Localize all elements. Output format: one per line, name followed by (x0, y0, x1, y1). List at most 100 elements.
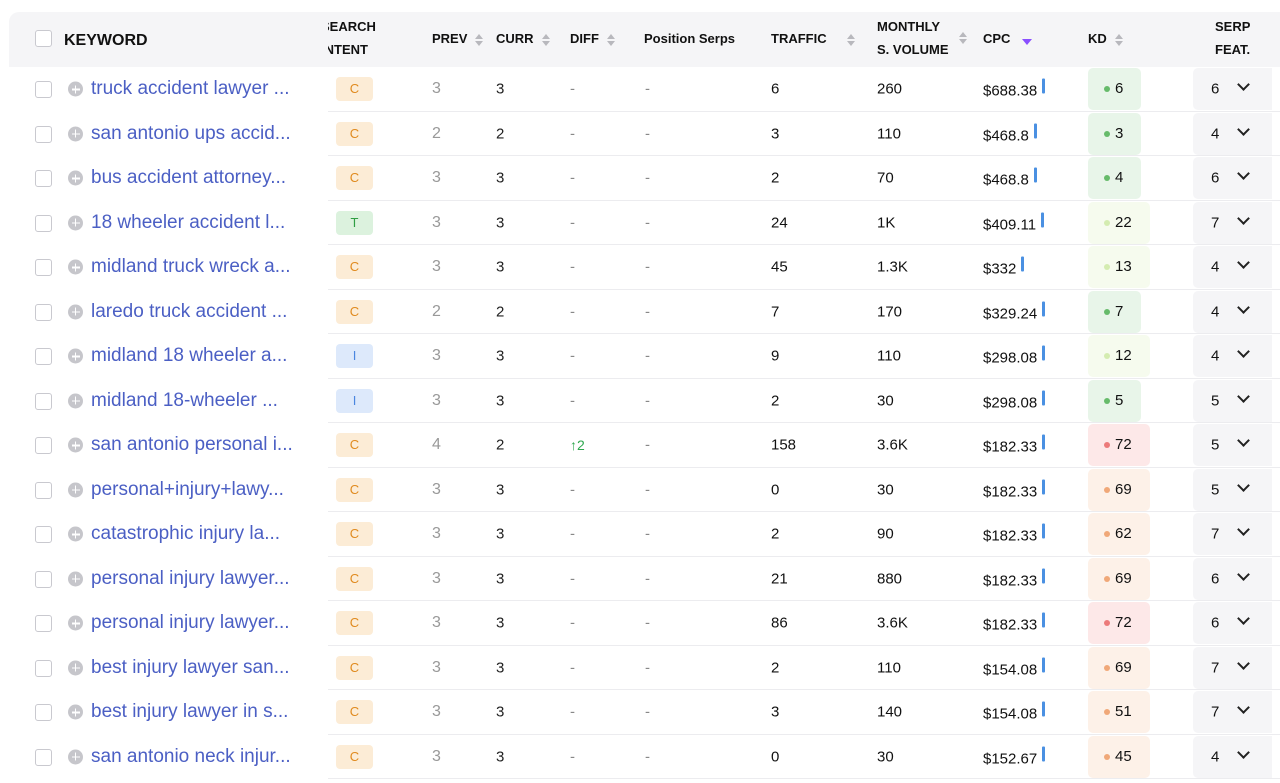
expand-plus-icon[interactable] (68, 81, 83, 97)
serp-features-count: 6 (1211, 80, 1220, 98)
keyword-link[interactable]: san antonio personal i... (91, 434, 306, 456)
expand-plus-icon[interactable] (68, 259, 83, 275)
chevron-down-icon[interactable] (1237, 701, 1250, 714)
header-traffic[interactable]: TRAFFIC (771, 31, 855, 46)
serp-features-dropdown[interactable]: 6 (1193, 557, 1272, 600)
expand-plus-icon[interactable] (68, 482, 83, 498)
row-checkbox[interactable] (35, 570, 52, 588)
expand-plus-icon[interactable] (68, 437, 83, 453)
keyword-link[interactable]: midland 18 wheeler a... (91, 345, 306, 367)
prev-position: 3 (432, 747, 441, 765)
row-checkbox[interactable] (35, 170, 52, 187)
serp-features-dropdown[interactable]: 5 (1193, 424, 1272, 466)
chevron-down-icon[interactable] (1237, 345, 1250, 358)
chevron-down-icon[interactable] (1237, 656, 1250, 670)
keyword-link[interactable]: best injury lawyer san... (91, 657, 306, 679)
serp-features-dropdown[interactable]: 7 (1193, 201, 1272, 244)
header-prev[interactable]: PREV (432, 31, 484, 46)
row-checkbox[interactable] (35, 704, 52, 721)
header-kd[interactable]: KD (1088, 31, 1123, 46)
chevron-down-icon[interactable] (1237, 78, 1250, 91)
expand-plus-icon[interactable] (68, 749, 83, 765)
row-checkbox[interactable] (35, 125, 52, 143)
expand-plus-icon[interactable] (68, 571, 83, 587)
serp-features-dropdown[interactable]: 5 (1193, 468, 1272, 511)
serp-features-dropdown[interactable]: 7 (1193, 691, 1272, 733)
serp-features-dropdown[interactable]: 6 (1193, 157, 1272, 199)
sort-icon[interactable] (959, 32, 967, 44)
chevron-down-icon[interactable] (1237, 300, 1250, 314)
row-checkbox[interactable] (35, 615, 52, 632)
header-diff[interactable]: DIFF (570, 31, 615, 46)
row-checkbox[interactable] (35, 526, 52, 543)
keyword-link[interactable]: truck accident lawyer ... (91, 78, 306, 100)
serp-features-dropdown[interactable]: 4 (1193, 246, 1272, 288)
serp-features-dropdown[interactable]: 5 (1193, 379, 1272, 422)
chevron-down-icon[interactable] (1237, 567, 1250, 581)
chevron-down-icon[interactable] (1237, 612, 1250, 625)
serp-features-dropdown[interactable]: 7 (1193, 646, 1272, 689)
position-diff: - (570, 169, 575, 187)
serp-features-dropdown[interactable]: 7 (1193, 513, 1272, 555)
row-checkbox[interactable] (35, 259, 52, 276)
row-checkbox[interactable] (35, 659, 52, 677)
keyword-link[interactable]: personal injury lawyer... (91, 568, 306, 590)
expand-plus-icon[interactable] (68, 526, 83, 542)
header-search-intent[interactable]: SEARCH INTENT (328, 15, 388, 61)
row-checkbox[interactable] (35, 748, 52, 766)
keyword-link[interactable]: personal+injury+lawy... (91, 479, 306, 501)
expand-plus-icon[interactable] (68, 126, 83, 142)
serp-features-dropdown[interactable]: 4 (1193, 735, 1272, 778)
keyword-link[interactable]: bus accident attorney... (91, 167, 306, 189)
header-serp-features[interactable]: SERP FEAT. (1215, 15, 1250, 61)
keyword-link[interactable]: 18 wheeler accident l... (91, 212, 306, 234)
expand-plus-icon[interactable] (68, 393, 83, 409)
keyword-link[interactable]: san antonio ups accid... (91, 123, 306, 145)
expand-plus-icon[interactable] (68, 660, 83, 676)
expand-plus-icon[interactable] (68, 348, 83, 364)
curr-position: 3 (496, 169, 505, 187)
chevron-down-icon[interactable] (1237, 211, 1250, 225)
chevron-down-icon[interactable] (1237, 523, 1250, 536)
chevron-down-icon[interactable] (1237, 745, 1250, 759)
keyword-link[interactable]: personal injury lawyer... (91, 612, 306, 634)
header-cpc[interactable]: CPC (983, 31, 1033, 46)
header-keyword[interactable]: KEYWORD (64, 32, 148, 50)
expand-plus-icon[interactable] (68, 215, 83, 231)
chevron-down-icon[interactable] (1237, 256, 1250, 269)
serp-features-dropdown[interactable]: 4 (1193, 290, 1272, 333)
serp-features-dropdown[interactable]: 4 (1193, 112, 1272, 155)
chevron-down-icon[interactable] (1237, 122, 1250, 136)
row-checkbox[interactable] (35, 392, 52, 410)
row-checkbox[interactable] (35, 81, 52, 98)
table-row: midland 18-wheeler ... I 3 3 - - 2 30 $298.08 5 5 (0, 379, 1280, 423)
serp-features-dropdown[interactable]: 6 (1193, 68, 1272, 110)
keyword-link[interactable]: midland 18-wheeler ... (91, 390, 306, 412)
keyword-link[interactable]: midland truck wreck a... (91, 256, 306, 278)
chevron-down-icon[interactable] (1237, 167, 1250, 180)
traffic-value: 0 (771, 748, 780, 766)
keyword-link[interactable]: san antonio neck injur... (91, 746, 306, 768)
keyword-link[interactable]: catastrophic injury la... (91, 523, 306, 545)
row-checkbox[interactable] (35, 303, 52, 321)
serp-features-dropdown[interactable]: 6 (1193, 602, 1272, 644)
row-checkbox[interactable] (35, 437, 52, 454)
expand-plus-icon[interactable] (68, 615, 83, 631)
cpc-text: $152.67 (983, 750, 1038, 768)
expand-plus-icon[interactable] (68, 704, 83, 720)
chevron-down-icon[interactable] (1237, 478, 1250, 492)
header-monthly-volume[interactable]: MONTHLY S. VOLUME (877, 15, 949, 61)
row-checkbox[interactable] (35, 348, 52, 365)
cpc-competition-bar (1042, 746, 1046, 762)
serp-features-dropdown[interactable]: 4 (1193, 335, 1272, 377)
header-curr[interactable]: CURR (496, 31, 550, 46)
chevron-down-icon[interactable] (1237, 389, 1250, 403)
expand-plus-icon[interactable] (68, 304, 83, 320)
chevron-down-icon[interactable] (1237, 434, 1250, 447)
keyword-link[interactable]: best injury lawyer in s... (91, 701, 306, 723)
row-checkbox[interactable] (35, 214, 52, 232)
expand-plus-icon[interactable] (68, 170, 83, 186)
row-checkbox[interactable] (35, 481, 52, 499)
select-all-checkbox[interactable] (35, 30, 52, 47)
keyword-link[interactable]: laredo truck accident ... (91, 301, 306, 323)
